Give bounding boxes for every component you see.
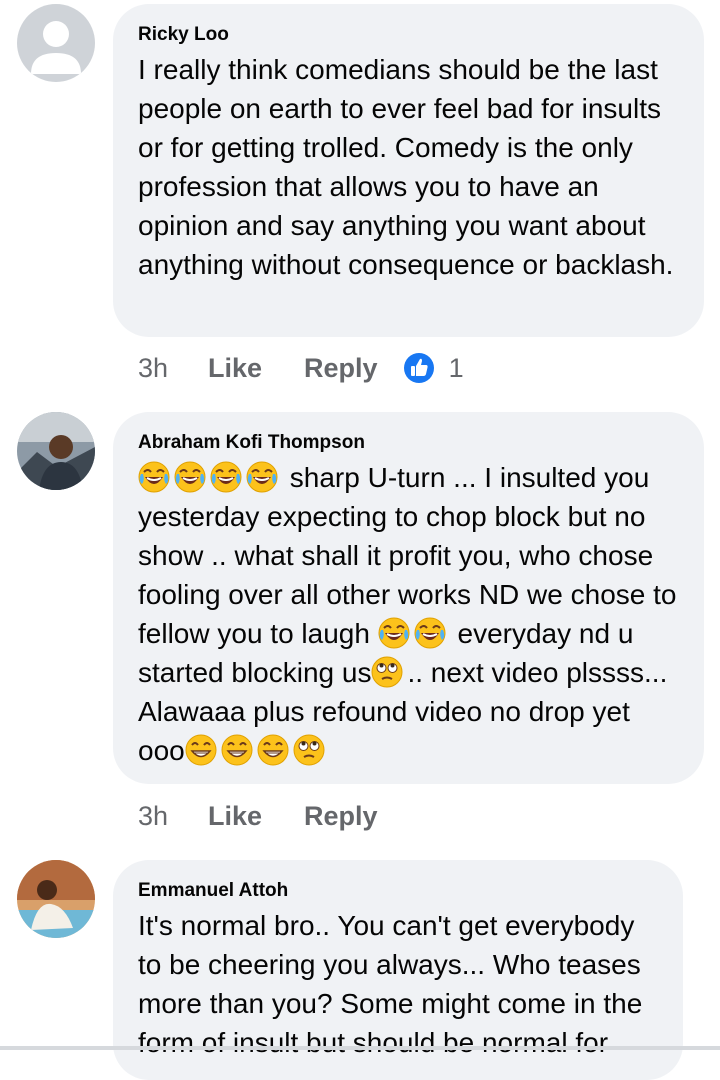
avatar[interactable]: [17, 860, 95, 938]
comment-actions: 3h Like Reply 1: [138, 348, 464, 388]
joy-emoji-icon: [246, 461, 278, 493]
avatar[interactable]: [17, 4, 95, 82]
joy-emoji-icon: [377, 617, 410, 649]
bottom-divider: [0, 1046, 720, 1050]
eye-roll-emoji-icon: [371, 656, 404, 688]
user-photo-icon: [17, 860, 95, 938]
reaction-summary[interactable]: 1: [403, 352, 464, 384]
like-button[interactable]: Like: [208, 353, 262, 384]
comment-bubble: Abraham Kofi Thompson sharp U-turn ... I…: [113, 412, 704, 784]
comment-text: I really think comedians should be the l…: [138, 54, 674, 280]
like-reaction-icon: [403, 353, 434, 383]
comment-author[interactable]: Abraham Kofi Thompson: [138, 432, 678, 454]
reply-button[interactable]: Reply: [304, 801, 378, 832]
joy-emoji-icon: [138, 461, 170, 493]
joy-emoji-icon: [174, 461, 206, 493]
comment-bubble: Ricky Loo I really think comedians shoul…: [113, 4, 704, 337]
comment-time[interactable]: 3h: [138, 353, 208, 384]
grin-emoji-icon: [184, 734, 217, 766]
avatar[interactable]: [17, 412, 95, 490]
default-avatar-icon: [17, 4, 95, 82]
comment-text: It's normal bro.. You can't get everybod…: [138, 910, 643, 1058]
joy-emoji-icon: [413, 617, 446, 649]
grin-emoji-icon: [256, 734, 289, 766]
comment-author[interactable]: Emmanuel Attoh: [138, 880, 657, 902]
grin-emoji-icon: [220, 734, 253, 766]
reaction-count: 1: [448, 352, 464, 383]
comment-actions: 3h Like Reply: [138, 796, 420, 836]
comment-time[interactable]: 3h: [138, 801, 208, 832]
comment-author[interactable]: Ricky Loo: [138, 24, 678, 46]
joy-emoji-icon: [210, 461, 242, 493]
eye-roll-emoji-icon: [292, 734, 325, 766]
comment-text: sharp U-turn ... I insulted you yesterda…: [138, 458, 678, 770]
user-photo-icon: [17, 412, 95, 490]
reply-button[interactable]: Reply: [304, 353, 378, 384]
like-button[interactable]: Like: [208, 801, 262, 832]
